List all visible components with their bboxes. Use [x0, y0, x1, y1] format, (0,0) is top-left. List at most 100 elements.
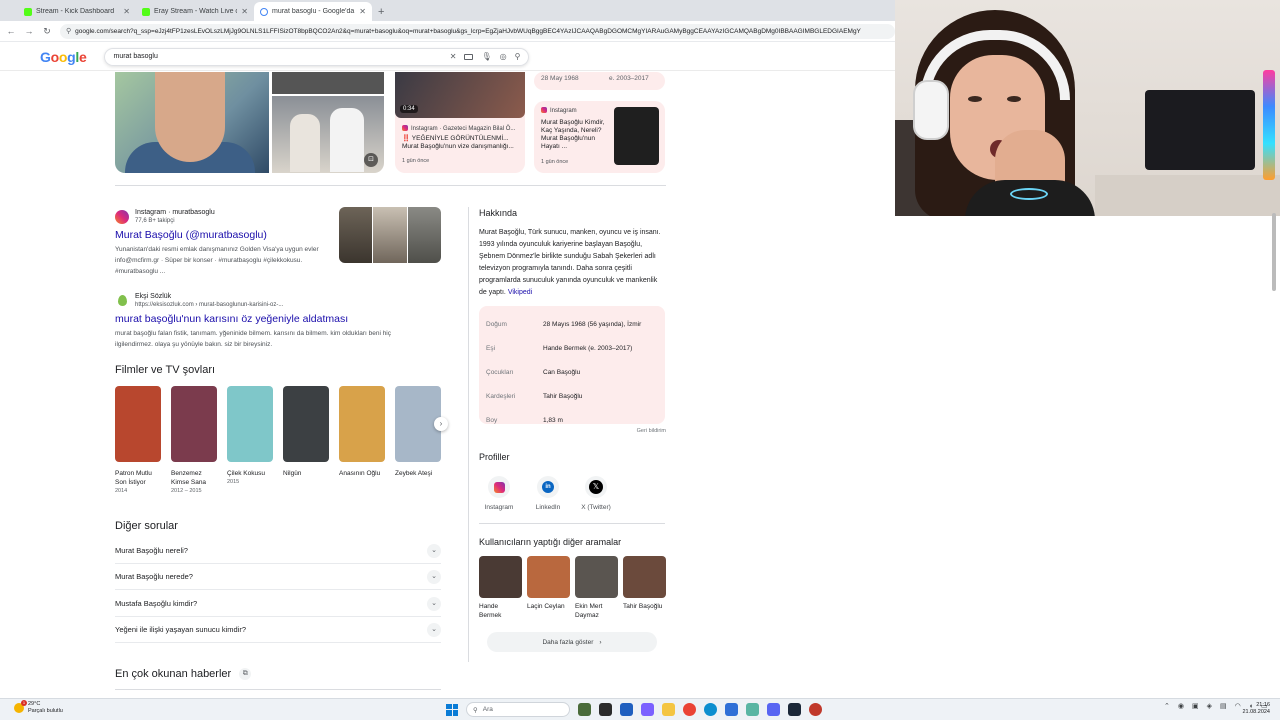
- chevron-right-icon[interactable]: ›: [434, 417, 448, 431]
- app-icon[interactable]: [641, 703, 654, 716]
- mail-icon[interactable]: [725, 703, 738, 716]
- film-title: Nilgün: [283, 470, 302, 477]
- faq-item[interactable]: Yeğeni ile ilişki yaşayan sunucu kimdir?…: [115, 617, 441, 643]
- profile-instagram[interactable]: Instagram: [474, 476, 524, 511]
- person-card[interactable]: Tahir Başoğlu: [623, 556, 666, 611]
- weather-condition: Parçalı bulutlu: [28, 708, 63, 714]
- person-card[interactable]: Hande Bermek: [479, 556, 522, 620]
- weather-temp: 29°C: [28, 701, 41, 707]
- result-image: [373, 207, 407, 263]
- faq-item[interactable]: Murat Başoğlu nereli? ⌄: [115, 538, 441, 564]
- settings-icon[interactable]: [746, 703, 759, 716]
- main-photo[interactable]: [115, 72, 269, 173]
- chevron-up-icon[interactable]: ⌃: [1164, 702, 1170, 710]
- taskbar-search[interactable]: ⚲ Ara: [466, 702, 570, 717]
- fact-value[interactable]: 28 Mayıs 1968 (56 yaşında), İzmir: [543, 321, 641, 328]
- film-card[interactable]: Çilek Kokusu 2015: [227, 386, 273, 485]
- feedback-link[interactable]: Geri bildirim: [600, 428, 666, 434]
- clock[interactable]: 21:16 21.08.2024: [1240, 702, 1270, 716]
- film-title: Anasının Oğlu: [339, 470, 381, 477]
- fact-value[interactable]: Tahir Başoğlu: [543, 393, 582, 400]
- page-scrollbar[interactable]: [1272, 213, 1276, 291]
- keyboard-icon[interactable]: [464, 53, 474, 60]
- browser-tab-kick-dashboard[interactable]: Stream - Kick Dashboard ✕: [18, 2, 136, 21]
- chevron-down-icon[interactable]: ⌄: [427, 596, 441, 611]
- chevron-down-icon[interactable]: ⌄: [427, 622, 441, 637]
- forward-icon[interactable]: →: [24, 26, 34, 36]
- faq-heading: Diğer sorular: [115, 520, 178, 532]
- chevron-down-icon[interactable]: ⌄: [427, 569, 441, 584]
- search-box[interactable]: murat basoglu ✕ 🎙 ◎ ⚲: [104, 47, 530, 66]
- chevron-down-icon[interactable]: ⌄: [427, 543, 441, 558]
- profile-linkedin[interactable]: in LinkedIn: [523, 476, 573, 511]
- films-carousel: Patron Mutlu Son İstiyor 2014 Benzemez K…: [115, 386, 445, 496]
- widgets-icon[interactable]: [578, 703, 591, 716]
- fact-value[interactable]: Can Başoğlu: [543, 369, 580, 376]
- new-tab-button[interactable]: +: [378, 6, 384, 18]
- film-card[interactable]: Anasının Oğlu: [339, 386, 385, 479]
- photo-thumbnail[interactable]: [272, 72, 384, 94]
- fact-row: Doğum 28 Mayıs 1968 (56 yaşında), İzmir: [479, 312, 665, 336]
- film-card[interactable]: Benzemez Kimse Sana 2012 – 2015: [171, 386, 217, 494]
- profile-x[interactable]: 𝕏 X (Twitter): [571, 476, 621, 511]
- browser-tab-eray-stream[interactable]: Eray Stream - Watch Live on Ki ✕: [136, 2, 254, 21]
- clear-icon[interactable]: ✕: [450, 52, 457, 61]
- microphone-icon[interactable]: 🎙: [481, 52, 491, 61]
- taskbar-apps: ⚲ Ara: [446, 702, 822, 717]
- task-view-icon[interactable]: [599, 703, 612, 716]
- instagram-video-card[interactable]: 0:34 Instagram · Gazeteci Magazin Bilal …: [395, 72, 525, 173]
- close-icon[interactable]: ✕: [359, 7, 366, 16]
- url-field[interactable]: ⚲ google.com/search?q_ssp=eJzj4tFP1zesLE…: [60, 23, 895, 39]
- site-info-icon[interactable]: ⚲: [66, 27, 71, 35]
- reload-icon[interactable]: ↻: [42, 26, 52, 37]
- search-input[interactable]: murat basoglu: [113, 53, 441, 60]
- tray-app-icon[interactable]: ▤: [1220, 702, 1227, 710]
- edge-icon[interactable]: [704, 703, 717, 716]
- file-explorer-icon[interactable]: [662, 703, 675, 716]
- photo-thumbnail[interactable]: ⊡: [272, 96, 384, 173]
- faq-item[interactable]: Mustafa Başoğlu kimdir? ⌄: [115, 591, 441, 617]
- wikipedia-link[interactable]: Vikipedi: [508, 289, 532, 296]
- weather-icon: [14, 700, 27, 713]
- browser-tab-google-search[interactable]: murat basoglu - Google'da Ara ✕: [254, 2, 372, 21]
- tray-app-icon[interactable]: ◉: [1178, 702, 1184, 710]
- person-card[interactable]: Ekin Mert Daymaz: [575, 556, 618, 620]
- show-more-button[interactable]: Daha fazla göster ›: [487, 632, 657, 652]
- close-icon[interactable]: ✕: [241, 7, 248, 16]
- kick-icon: [142, 7, 150, 16]
- obs-icon[interactable]: [809, 703, 822, 716]
- search-results: ⊡ 0:34 Instagram · Gazeteci Magazin Bila…: [0, 72, 895, 698]
- card-source: Instagram · Gazeteci Magazin Bilal Ö...: [402, 125, 515, 132]
- tab-label: murat basoglu - Google'da Ara: [272, 8, 355, 15]
- result-site[interactable]: Ekşi Sözlük https://eksisozluk.com › mur…: [115, 292, 445, 309]
- chrome-icon[interactable]: [683, 703, 696, 716]
- film-card[interactable]: Nilgün: [283, 386, 329, 479]
- weather-widget[interactable]: 29°C Parçalı bulutlu: [14, 700, 63, 715]
- site-name: Instagram · muratbasoglu: [135, 209, 215, 216]
- film-card[interactable]: Zeybek Ateşi: [395, 386, 441, 479]
- divider: [115, 185, 666, 186]
- google-logo[interactable]: Google: [40, 49, 87, 65]
- search-icon[interactable]: ⚲: [515, 52, 521, 61]
- faq-item[interactable]: Murat Başoğlu nerede? ⌄: [115, 564, 441, 590]
- windows-start-icon[interactable]: [446, 703, 458, 716]
- film-card[interactable]: Patron Mutlu Son İstiyor 2014: [115, 386, 161, 494]
- close-icon[interactable]: ✕: [123, 7, 130, 16]
- tray-app-icon[interactable]: ◈: [1207, 702, 1212, 710]
- discord-icon[interactable]: [767, 703, 780, 716]
- back-icon[interactable]: ←: [6, 26, 16, 36]
- result-title-link[interactable]: murat başoğlu'nun karısını öz yeğeniyle …: [115, 313, 445, 325]
- lens-icon[interactable]: ◎: [500, 52, 507, 61]
- result-images[interactable]: [339, 207, 441, 263]
- store-icon[interactable]: [620, 703, 633, 716]
- result-snippet: murat başoğlu falan fistik, tanımam. yğe…: [115, 330, 392, 348]
- person-card[interactable]: Laçin Ceylan: [527, 556, 570, 611]
- fact-value[interactable]: Hande Bermek (e. 2003–2017): [543, 345, 632, 352]
- webcam-eye: [968, 96, 982, 102]
- news-icon[interactable]: ⧉: [239, 668, 252, 680]
- image-search-icon[interactable]: ⊡: [364, 153, 378, 167]
- person-name: Tahir Başoğlu: [623, 603, 663, 610]
- steam-icon[interactable]: [788, 703, 801, 716]
- tray-app-icon[interactable]: ▣: [1192, 702, 1199, 710]
- instagram-post-card[interactable]: Instagram Murat Başoğlu Kimdir, Kaç Yaşı…: [534, 101, 665, 173]
